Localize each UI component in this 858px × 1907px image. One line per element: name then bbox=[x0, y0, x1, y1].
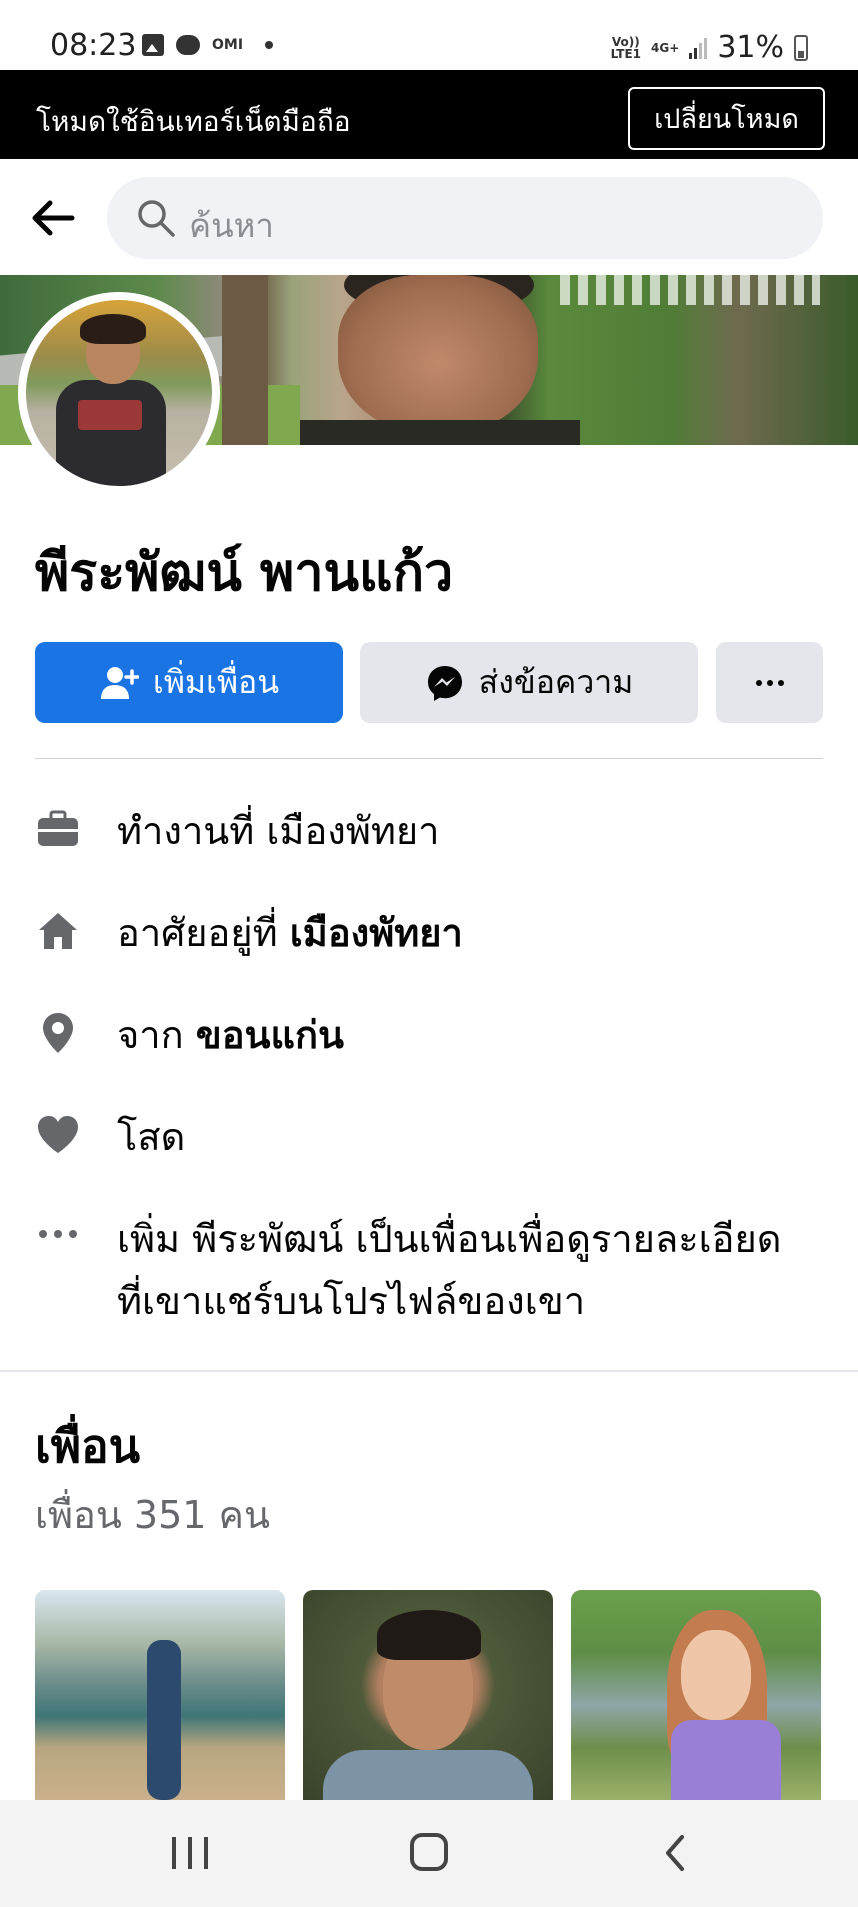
friend-photo-hair bbox=[377, 1610, 481, 1660]
volte-top: Vo)) bbox=[611, 34, 640, 49]
more-notifications-dot-icon bbox=[265, 41, 274, 49]
detail-more-info: เพิ่ม พีระพัฒน์ เป็นเพื่อนเพื่อดูรายละเอ… bbox=[35, 1208, 825, 1332]
more-options-button[interactable] bbox=[716, 642, 823, 723]
work-value: เมืองพัทยา bbox=[266, 809, 440, 853]
friends-count: เพื่อน 351 คน bbox=[35, 1493, 270, 1537]
search-input[interactable]: ค้นหา bbox=[189, 199, 274, 252]
avatar-image bbox=[26, 300, 212, 486]
change-mode-button[interactable]: เปลี่ยนโหมด bbox=[628, 87, 825, 150]
friend-photo-figure bbox=[147, 1640, 181, 1800]
profile-avatar[interactable] bbox=[18, 292, 220, 494]
section-divider bbox=[0, 1370, 858, 1372]
cover-face bbox=[338, 275, 538, 435]
battery-icon bbox=[794, 34, 808, 61]
search-header: ค้นหา bbox=[0, 159, 858, 275]
work-prefix: ทำงานที่ bbox=[117, 809, 255, 853]
search-bar[interactable]: ค้นหา bbox=[107, 177, 823, 259]
detail-work-text: ทำงานที่ เมืองพัทยา bbox=[117, 800, 440, 862]
friend-photo-top bbox=[671, 1720, 781, 1800]
friend-photo-face bbox=[681, 1630, 751, 1720]
search-icon bbox=[138, 200, 175, 237]
avatar-shirt bbox=[56, 380, 166, 486]
omi-notification-label: OMI bbox=[212, 37, 244, 53]
volte-bottom: LTE1 bbox=[610, 46, 642, 61]
detail-hometown: จาก ขอนแก่น bbox=[35, 1004, 825, 1066]
recent-apps-icon[interactable] bbox=[172, 1833, 208, 1873]
add-friend-button[interactable]: เพิ่มเพื่อน bbox=[35, 642, 343, 723]
detail-current-city: อาศัยอยู่ที่ เมืองพัทยา bbox=[35, 902, 825, 964]
cover-shirt bbox=[300, 420, 580, 445]
heart-icon bbox=[38, 1116, 78, 1153]
friend-photo[interactable] bbox=[35, 1590, 285, 1800]
system-back-icon[interactable] bbox=[656, 1833, 696, 1873]
messenger-icon bbox=[427, 665, 462, 701]
friend-photo[interactable] bbox=[303, 1590, 553, 1800]
profile-name: พีระพัฒน์ พานแก้ว bbox=[35, 543, 454, 603]
from-prefix: จาก bbox=[117, 1013, 184, 1057]
detail-hometown-text: จาก ขอนแก่น bbox=[117, 1004, 344, 1066]
detail-more-info-text: เพิ่ม พีระพัฒน์ เป็นเพื่อนเพื่อดูรายละเอ… bbox=[117, 1208, 781, 1332]
cover-post bbox=[222, 275, 268, 445]
status-time: 08:23 bbox=[50, 28, 137, 63]
more-icon bbox=[755, 679, 784, 686]
data-type-indicator: 4G+ bbox=[651, 40, 680, 55]
briefcase-icon bbox=[38, 810, 78, 846]
back-arrow-icon[interactable] bbox=[28, 193, 78, 243]
more-info-line-2: ที่เขาแชร์บนโปรไฟล์ของเขา bbox=[117, 1279, 586, 1323]
system-indicators: Vo)) LTE1 4G+ 31% bbox=[611, 30, 808, 65]
status-bar: 08:23 OMI Vo)) LTE1 4G+ 31% bbox=[0, 0, 858, 70]
home-icon bbox=[39, 913, 77, 949]
home-button-icon[interactable] bbox=[410, 1833, 448, 1871]
friend-photo-shirt bbox=[323, 1750, 533, 1800]
mode-banner-text: โหมดใช้อินเทอร์เน็ตมือถือ bbox=[36, 105, 351, 138]
avatar-hair bbox=[80, 314, 146, 344]
cover-sign bbox=[560, 275, 820, 305]
chat-notification-icon bbox=[176, 35, 200, 55]
add-friend-icon bbox=[100, 666, 139, 699]
more-info-line-1: เพิ่ม พีระพัฒน์ เป็นเพื่อนเพื่อดูรายละเอ… bbox=[117, 1217, 782, 1261]
detail-current-city-text: อาศัยอยู่ที่ เมืองพัทยา bbox=[117, 902, 463, 964]
signal-strength-icon bbox=[689, 37, 708, 59]
notification-icons: OMI bbox=[142, 34, 274, 56]
detail-relationship-text: โสด bbox=[117, 1115, 186, 1159]
gallery-notification-icon bbox=[142, 34, 164, 56]
mobile-data-mode-banner: โหมดใช้อินเทอร์เน็ตมือถือ เปลี่ยนโหมด bbox=[0, 70, 858, 159]
volte-indicator: Vo)) LTE1 bbox=[611, 36, 641, 60]
send-message-label: ส่งข้อความ bbox=[478, 663, 634, 701]
actions-divider bbox=[35, 758, 823, 759]
friend-photo[interactable] bbox=[571, 1590, 821, 1800]
system-navigation-bar bbox=[0, 1800, 858, 1907]
add-friend-label: เพิ่มเพื่อน bbox=[152, 663, 280, 701]
lives-value[interactable]: เมืองพัทยา bbox=[290, 911, 463, 955]
lives-prefix: อาศัยอยู่ที่ bbox=[117, 911, 278, 955]
battery-percent: 31% bbox=[717, 30, 784, 65]
ellipsis-icon bbox=[39, 1230, 77, 1238]
send-message-button[interactable]: ส่งข้อความ bbox=[360, 642, 698, 723]
friends-section-title[interactable]: เพื่อน bbox=[35, 1410, 140, 1483]
location-pin-icon bbox=[43, 1013, 73, 1053]
avatar-shirt-logo bbox=[78, 400, 142, 430]
detail-relationship: โสด bbox=[35, 1106, 825, 1168]
from-value[interactable]: ขอนแก่น bbox=[196, 1013, 344, 1057]
detail-work: ทำงานที่ เมืองพัทยา bbox=[35, 800, 825, 862]
